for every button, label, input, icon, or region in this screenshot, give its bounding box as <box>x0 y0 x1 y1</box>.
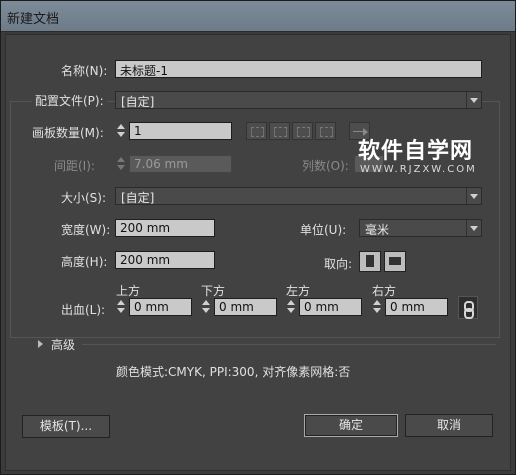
arrange-by-column-icon[interactable] <box>315 122 336 140</box>
expand-advanced-icon[interactable] <box>38 340 43 348</box>
landscape-icon[interactable] <box>384 251 406 272</box>
spacing-label: 间距(I): <box>54 159 95 173</box>
watermark: 软件自学网 WWW.RJZXW.COM <box>358 140 504 176</box>
orientation-label: 取向: <box>324 257 353 271</box>
document-info-text: 颜色模式:CMYK, PPI:300, 对齐像素网格:否 <box>116 365 351 379</box>
bleed-right-label: 右方 <box>372 284 397 298</box>
arrange-by-row-icon[interactable] <box>292 122 313 140</box>
bleed-top-stepper[interactable] <box>115 298 128 316</box>
size-label: 大小(S): <box>61 191 107 205</box>
bleed-right-stepper[interactable] <box>371 298 384 316</box>
bleed-label: 出血(L): <box>61 303 106 317</box>
units-select[interactable]: 毫米 <box>359 219 482 237</box>
artboard-count-input[interactable]: 1 <box>129 122 232 140</box>
artboard-count-label: 画板数量(M): <box>32 126 104 140</box>
name-label: 名称(N): <box>61 64 108 78</box>
portrait-icon[interactable] <box>359 251 381 272</box>
columns-label: 列数(O): <box>302 159 349 173</box>
spacing-input[interactable]: 7.06 mm <box>129 155 232 173</box>
bleed-left-stepper[interactable] <box>285 298 298 316</box>
bleed-top-input[interactable]: 0 mm <box>129 298 192 316</box>
chevron-down-icon <box>466 188 481 204</box>
size-select[interactable]: [自定] <box>115 187 482 205</box>
templates-button[interactable]: 模板(T)... <box>22 415 110 438</box>
units-label: 单位(U): <box>300 223 347 237</box>
ok-button[interactable]: 确定 <box>304 414 398 437</box>
bleed-left-input[interactable]: 0 mm <box>299 298 362 316</box>
bleed-top-label: 上方 <box>116 284 141 298</box>
bleed-bottom-stepper[interactable] <box>200 298 213 316</box>
title-bar: 新建文档 <box>1 1 515 32</box>
bleed-right-input[interactable]: 0 mm <box>385 298 448 316</box>
cancel-button[interactable]: 取消 <box>405 414 493 437</box>
bleed-bottom-label: 下方 <box>201 284 226 298</box>
bleed-bottom-input[interactable]: 0 mm <box>214 298 277 316</box>
height-label: 高度(H): <box>61 255 108 269</box>
bleed-left-label: 左方 <box>286 284 311 298</box>
chevron-down-icon <box>466 220 481 236</box>
spacing-stepper[interactable] <box>115 155 128 173</box>
artboard-count-stepper[interactable] <box>115 122 128 140</box>
units-select-value: 毫米 <box>365 223 390 237</box>
watermark-title: 软件自学网 <box>358 139 474 164</box>
width-input[interactable]: 200 mm <box>115 219 215 237</box>
dialog-body: 名称(N): 未标题-1 配置文件(P): [自定] 画板数量(M): 1 间距… <box>5 34 511 471</box>
dialog-title: 新建文档 <box>7 12 60 27</box>
size-select-value: [自定] <box>121 191 155 205</box>
grid-by-column-icon[interactable] <box>269 122 290 140</box>
width-label: 宽度(W): <box>61 223 111 237</box>
advanced-label[interactable]: 高级 <box>51 336 75 353</box>
new-document-dialog: 新建文档 名称(N): 未标题-1 配置文件(P): [自定] 画板数量(M):… <box>0 0 516 475</box>
height-input[interactable]: 200 mm <box>115 251 215 269</box>
advanced-divider <box>82 344 496 345</box>
grid-by-row-icon[interactable] <box>246 122 267 140</box>
watermark-url: WWW.RJZXW.COM <box>360 164 477 175</box>
right-to-left-icon[interactable] <box>349 122 370 140</box>
link-icon[interactable] <box>458 296 478 319</box>
name-input[interactable]: 未标题-1 <box>115 60 482 78</box>
